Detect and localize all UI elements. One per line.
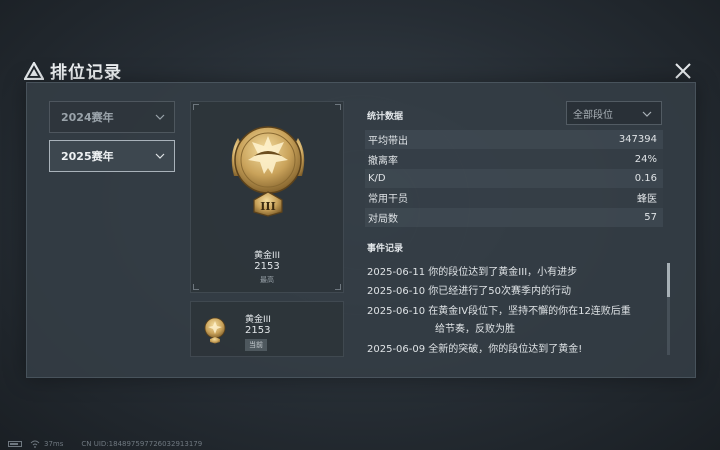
stat-label: 常用干员 [368, 194, 408, 206]
ping-value: 37ms [44, 440, 64, 448]
scroll-thumb[interactable] [667, 263, 670, 297]
rank-numeral: III [260, 200, 275, 213]
battery-icon [8, 441, 22, 447]
stat-row: 平均带出 347394 [365, 130, 663, 150]
stat-row: 对局数 57 [365, 207, 663, 227]
rank-record-panel: 2024赛年 2025赛年 III 黄金III 2153 最高 黄金III 21… [26, 82, 696, 378]
rank-score: 2153 [254, 261, 280, 272]
stat-row: 撤离率 24% [365, 149, 663, 169]
chevron-down-icon [155, 153, 165, 159]
chevron-down-icon [642, 111, 652, 117]
close-icon[interactable] [672, 60, 694, 82]
stats-table: 平均带出 347394 撤离率 24% K/D 0.16 常用干员 蜂医 对局数… [365, 130, 663, 227]
stats-title: 统计数据 [367, 112, 404, 122]
stat-label: 对局数 [368, 213, 398, 225]
current-rank-tag: 当前 [245, 339, 267, 351]
season-tab-2025[interactable]: 2025赛年 [49, 140, 175, 172]
status-footer: 37ms CN UID:184897597726032913179 [8, 440, 202, 448]
stat-label: 平均带出 [368, 136, 408, 148]
rank-name: 黄金III [254, 251, 280, 261]
event-scrollbar[interactable] [667, 263, 670, 355]
chevron-down-icon [155, 114, 165, 120]
event-item: 2025-06-10 在黄金IV段位下，坚持不懈的你在12连败后重 [367, 306, 631, 317]
current-rank-score: 2153 [245, 325, 271, 336]
event-log[interactable]: 2025-06-11 你的段位达到了黄金III，小有进步 2025-06-10 … [365, 257, 665, 357]
page-title: 排位记录 [50, 63, 122, 83]
wifi-icon [30, 440, 40, 448]
season-tab-2024[interactable]: 2024赛年 [49, 101, 175, 133]
stat-label: 撤离率 [368, 155, 398, 167]
header: 排位记录 [24, 58, 122, 83]
rank-filter-value: 全部段位 [573, 109, 613, 121]
user-uid: CN UID:184897597726032913179 [81, 440, 203, 448]
event-item: 2025-06-11 你的段位达到了黄金III，小有进步 [367, 267, 578, 278]
event-item: 2025-06-10 你已经进行了50次赛季内的行动 [367, 286, 572, 297]
stat-value: 0.16 [634, 172, 657, 184]
event-item: 2025-06-09 全新的突破，你的段位达到了黄金! [367, 344, 583, 355]
season-tab-label: 2024赛年 [61, 111, 114, 124]
season-tab-label: 2025赛年 [61, 150, 114, 163]
rank-tag: 最高 [260, 276, 274, 284]
stat-value: 347394 [618, 134, 657, 146]
corner-decoration [335, 104, 341, 110]
current-rank-name: 黄金III [245, 315, 271, 325]
stat-value: 24% [634, 153, 657, 165]
stat-value: 蜂医 [637, 194, 657, 206]
gold-rank-badge-icon: III [231, 126, 305, 217]
corner-decoration [193, 104, 199, 110]
stat-row: 常用干员 蜂医 [365, 188, 663, 208]
current-rank-card: 黄金III 2153 当前 [190, 301, 344, 357]
stat-value: 57 [644, 211, 657, 223]
highest-rank-card: III 黄金III 2153 最高 [190, 101, 344, 293]
events-title: 事件记录 [367, 244, 404, 254]
warning-triangle-icon [24, 61, 44, 80]
rank-filter-dropdown[interactable]: 全部段位 [566, 101, 662, 125]
stat-row: K/D 0.16 [365, 168, 663, 189]
stat-label: K/D [368, 172, 386, 184]
gold-rank-badge-icon [204, 317, 226, 344]
event-item-continued: 给节奏，反败为胜 [435, 324, 515, 335]
